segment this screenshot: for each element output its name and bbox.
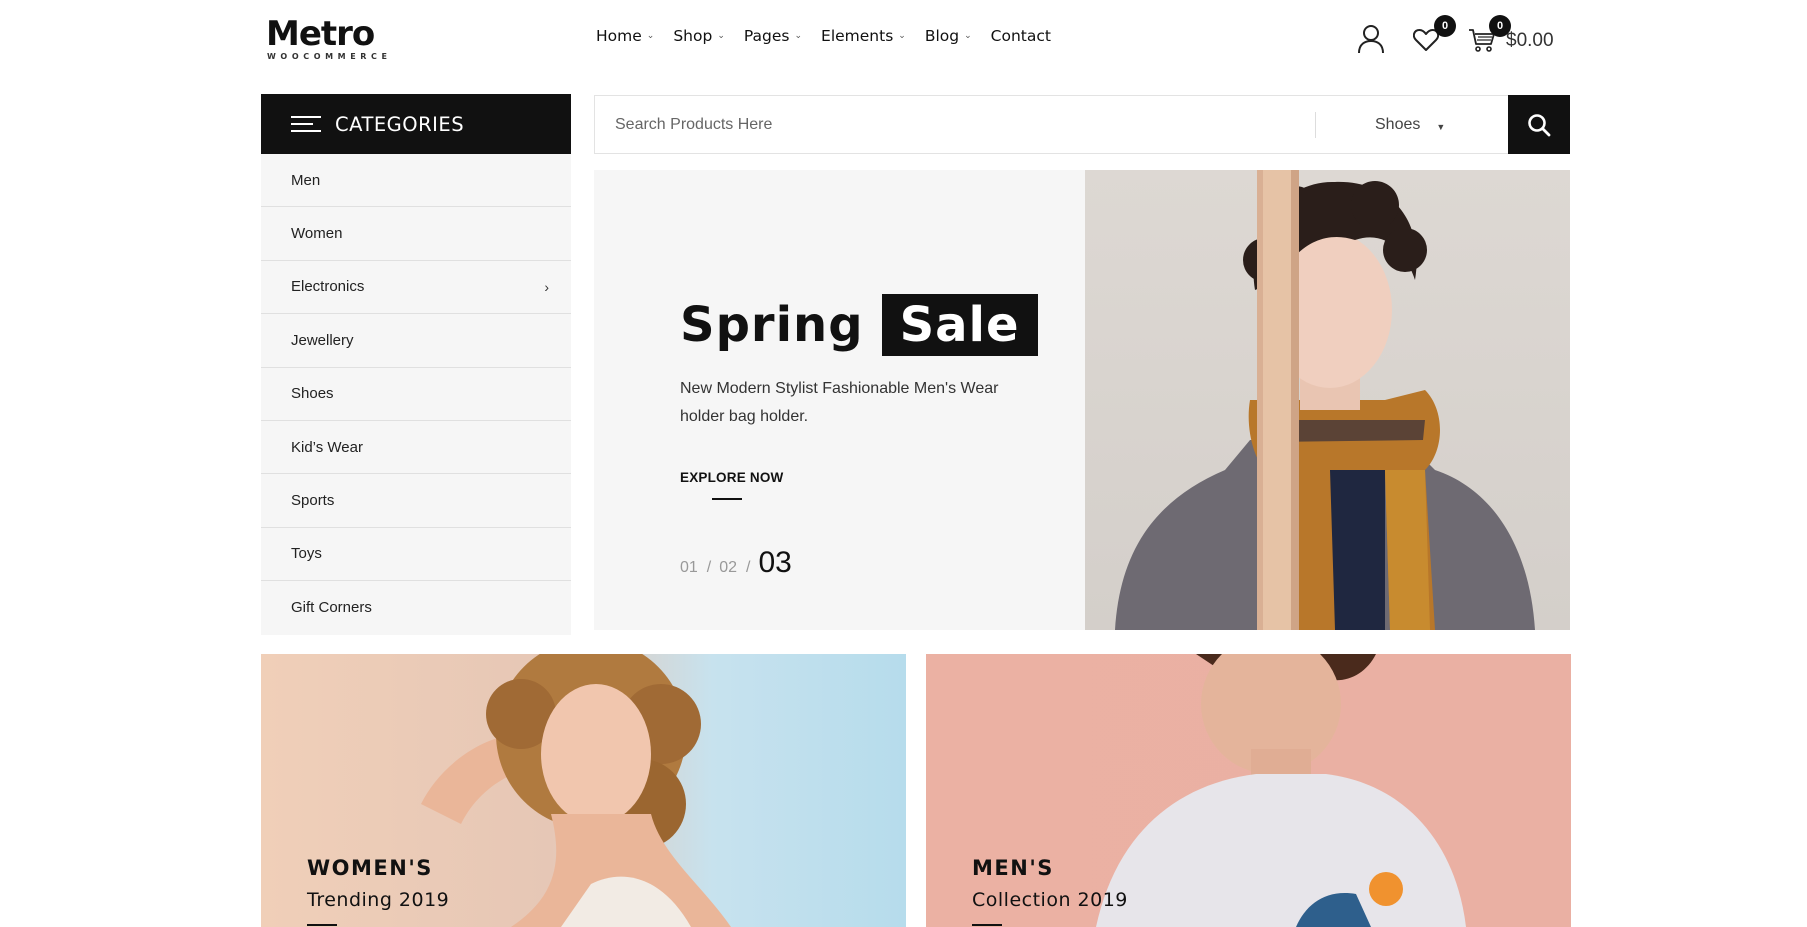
chevron-down-icon: ⌄ — [717, 31, 725, 41]
wishlist-count-badge: 0 — [1434, 15, 1456, 37]
nav-item-label: Pages — [743, 27, 790, 45]
hero-title-plain: Spring — [680, 297, 864, 353]
logo-text: Metro — [266, 14, 375, 54]
category-label: Jewellery — [291, 331, 354, 349]
nav-item-label: Blog — [924, 27, 960, 45]
promo-womens-image — [421, 654, 731, 927]
category-select[interactable]: Shoes ▼ — [1375, 96, 1445, 153]
category-item-men[interactable]: Men — [261, 154, 571, 208]
categories-header[interactable]: CATEGORIES — [261, 94, 571, 154]
category-label: Men — [291, 171, 321, 189]
category-item-sports[interactable]: Sports — [261, 474, 571, 528]
slide-2-indicator[interactable]: 02 — [719, 559, 737, 577]
nav-item-label: Contact — [990, 27, 1051, 45]
category-item-gift-corners[interactable]: Gift Corners — [261, 581, 571, 634]
nav-item-blog[interactable]: Blog ⌄ — [925, 27, 972, 45]
cart-total[interactable]: $0.00 — [1506, 30, 1554, 52]
promo-womens[interactable]: WOMEN'S Trending 2019 — [261, 654, 906, 927]
search-divider — [1315, 112, 1316, 138]
hero-image — [1085, 170, 1570, 630]
promo-mens[interactable]: MEN'S Collection 2019 — [926, 654, 1571, 927]
search-input[interactable] — [595, 96, 1315, 153]
main-nav: Home ⌄ Shop ⌄ Pages ⌄ Elements ⌄ Blog ⌄ … — [596, 27, 1070, 45]
search-button[interactable] — [1508, 95, 1570, 154]
category-item-electronics[interactable]: Electronics › — [261, 261, 571, 315]
hero-slider: Spring Sale New Modern Stylist Fashionab… — [594, 170, 1570, 630]
nav-item-shop[interactable]: Shop ⌄ — [673, 27, 725, 45]
promo-mens-image — [1096, 654, 1466, 927]
chevron-right-icon: › — [544, 278, 549, 295]
category-label: Sports — [291, 492, 335, 510]
categories-list: Men Women Electronics › Jewellery Shoes K… — [261, 154, 571, 635]
slider-pagination: 01 / 02 / 03 — [680, 546, 792, 580]
nav-item-label: Shop — [673, 27, 713, 45]
promo-subtitle: Collection 2019 — [972, 889, 1128, 911]
nav-item-elements[interactable]: Elements ⌄ — [821, 27, 906, 45]
chevron-down-icon: ⌄ — [898, 31, 906, 41]
nav-item-label: Elements — [821, 27, 894, 45]
categories-title: CATEGORIES — [335, 112, 465, 136]
promo-underline — [307, 924, 337, 926]
pager-separator: / — [706, 559, 712, 576]
category-item-shoes[interactable]: Shoes — [261, 368, 571, 421]
category-item-toys[interactable]: Toys — [261, 528, 571, 582]
slide-3-indicator[interactable]: 03 — [759, 546, 792, 580]
category-label: Gift Corners — [291, 599, 372, 617]
promo-subtitle: Trending 2019 — [307, 889, 450, 911]
promo-underline — [972, 924, 1002, 926]
site-header: Metro WOOCOMMERCE Home ⌄ Shop ⌄ Pages ⌄ … — [0, 0, 1807, 80]
user-icon[interactable] — [1357, 24, 1385, 59]
hero-title-highlight: Sale — [881, 294, 1038, 356]
search-icon — [1528, 113, 1551, 136]
hero-description: New Modern Stylist Fashionable Men's Wea… — [680, 380, 999, 425]
logo-subtext: WOOCOMMERCE — [267, 52, 392, 61]
nav-item-home[interactable]: Home ⌄ — [596, 27, 654, 45]
promo-title: WOMEN'S — [307, 856, 433, 880]
category-select-value: Shoes — [1375, 115, 1421, 133]
search-bar: Shoes ▼ — [594, 95, 1570, 154]
explore-now-link[interactable]: EXPLORE NOW — [680, 470, 783, 485]
category-item-jewellery[interactable]: Jewellery — [261, 314, 571, 368]
promo-title: MEN'S — [972, 856, 1054, 880]
nav-item-pages[interactable]: Pages ⌄ — [744, 27, 802, 45]
nav-item-contact[interactable]: Contact — [991, 27, 1051, 45]
category-item-women[interactable]: Women — [261, 207, 571, 261]
chevron-down-icon: ⌄ — [646, 31, 655, 41]
caret-down-icon: ▼ — [1436, 121, 1446, 132]
slide-1-indicator[interactable]: 01 — [680, 559, 698, 577]
hero-title: Spring Sale — [680, 294, 1038, 356]
category-item-kids-wear[interactable]: Kid’s Wear — [261, 421, 571, 475]
category-label: Shoes — [291, 385, 334, 403]
category-label: Women — [291, 225, 343, 243]
pager-separator: / — [746, 559, 751, 576]
category-label: Kid’s Wear — [291, 438, 363, 456]
nav-item-label: Home — [596, 27, 642, 45]
category-label: Electronics — [291, 278, 365, 296]
category-label: Toys — [291, 545, 322, 563]
chevron-down-icon: ⌄ — [964, 31, 972, 41]
menu-icon — [291, 111, 321, 137]
chevron-down-icon: ⌄ — [794, 31, 803, 41]
cta-underline — [712, 498, 742, 500]
logo[interactable]: Metro WOOCOMMERCE — [264, 14, 394, 64]
